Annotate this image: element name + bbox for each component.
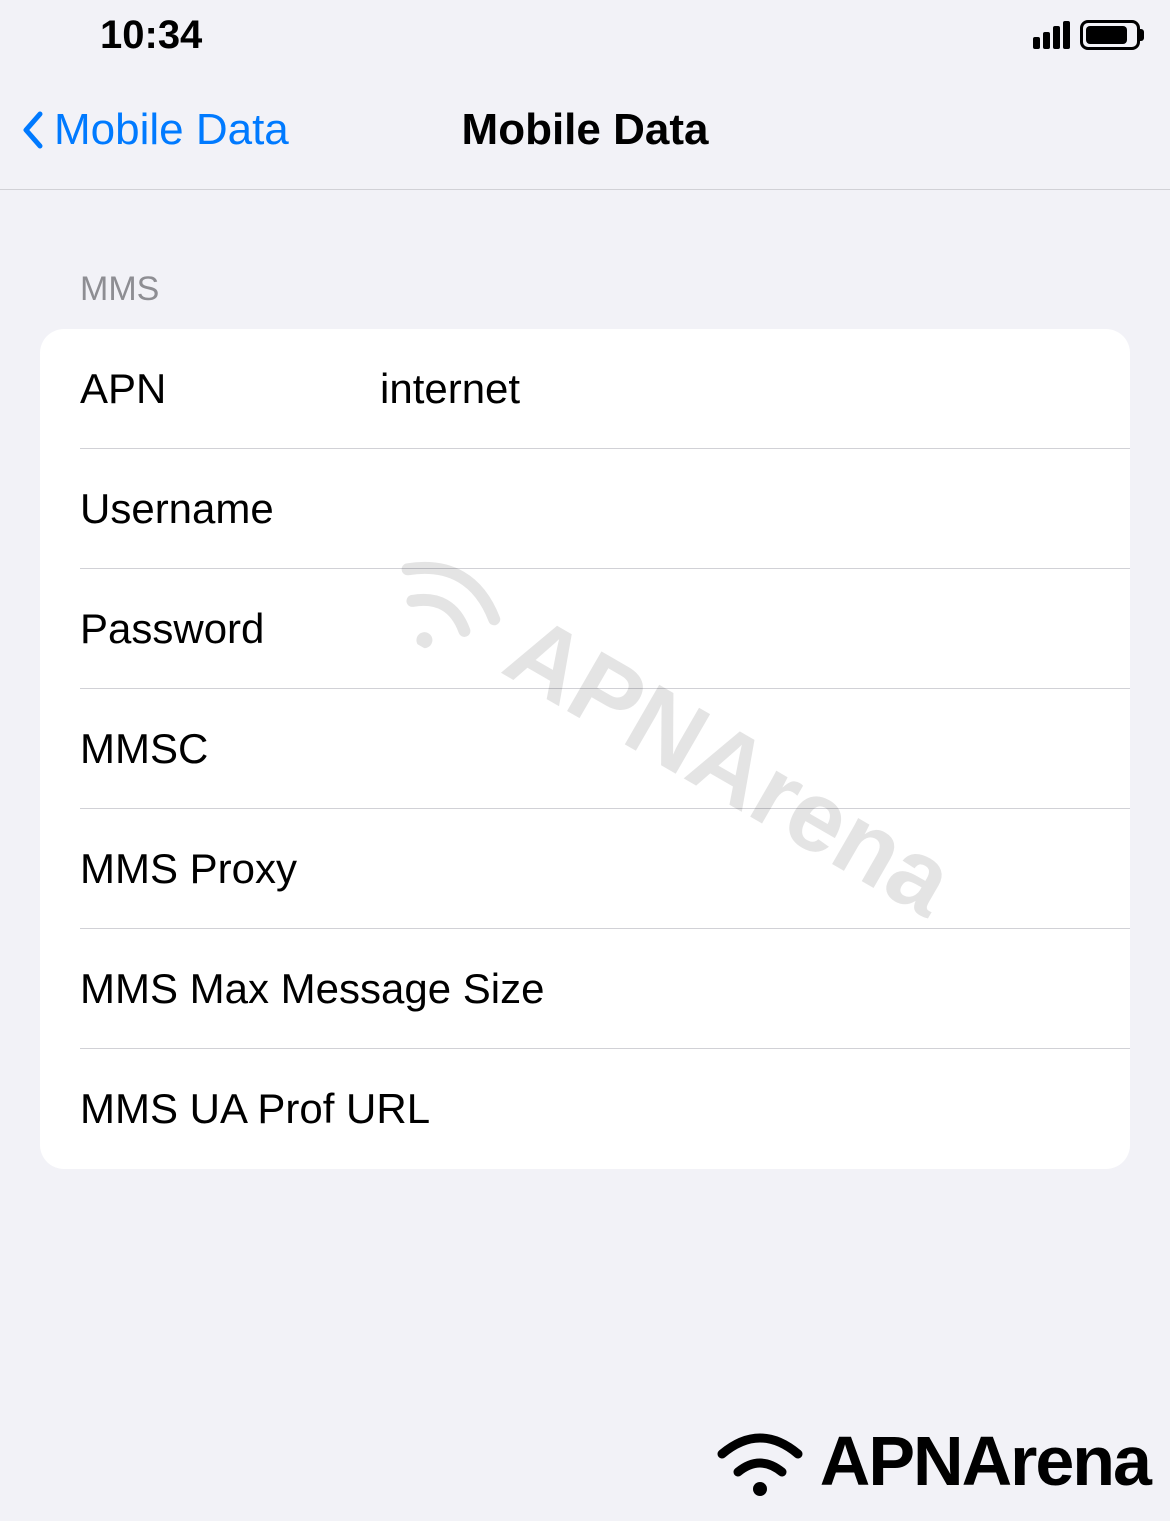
footer-logo-text: APNArena	[820, 1421, 1150, 1501]
status-indicators	[1033, 20, 1140, 50]
navigation-bar: Mobile Data Mobile Data	[0, 70, 1170, 190]
mms-ua-prof-url-input[interactable]	[430, 1085, 1090, 1133]
password-input[interactable]	[380, 605, 1090, 653]
mms-max-message-size-input[interactable]	[544, 965, 1090, 1013]
mms-proxy-label: MMS Proxy	[80, 845, 380, 893]
mmsc-label: MMSC	[80, 725, 380, 773]
back-button-label: Mobile Data	[54, 105, 289, 155]
footer-logo: APNArena	[710, 1421, 1150, 1501]
username-label: Username	[80, 485, 380, 533]
apn-label: APN	[80, 365, 380, 413]
section-header-mms: MMS	[80, 270, 1130, 309]
mms-max-message-size-label: MMS Max Message Size	[80, 965, 544, 1013]
cellular-signal-icon	[1033, 21, 1070, 49]
mms-ua-prof-url-label: MMS UA Prof URL	[80, 1085, 430, 1133]
mms-ua-prof-url-row[interactable]: MMS UA Prof URL	[40, 1049, 1130, 1169]
status-time: 10:34	[100, 13, 202, 58]
mms-proxy-input[interactable]	[380, 845, 1090, 893]
username-row[interactable]: Username	[40, 449, 1130, 569]
mms-settings-group: APN Username Password MMSC MMS Proxy MMS…	[40, 329, 1130, 1169]
wifi-icon	[710, 1424, 810, 1499]
username-input[interactable]	[380, 485, 1090, 533]
mms-max-message-size-row[interactable]: MMS Max Message Size	[40, 929, 1130, 1049]
chevron-left-icon	[20, 110, 44, 150]
status-bar: 10:34	[0, 0, 1170, 70]
apn-row[interactable]: APN	[40, 329, 1130, 449]
battery-icon	[1080, 20, 1140, 50]
page-title: Mobile Data	[462, 105, 709, 155]
mms-proxy-row[interactable]: MMS Proxy	[40, 809, 1130, 929]
password-row[interactable]: Password	[40, 569, 1130, 689]
content-area: MMS APN Username Password MMSC MMS Proxy…	[0, 190, 1170, 1209]
apn-input[interactable]	[380, 365, 1090, 413]
back-button[interactable]: Mobile Data	[20, 105, 289, 155]
mmsc-input[interactable]	[380, 725, 1090, 773]
mmsc-row[interactable]: MMSC	[40, 689, 1130, 809]
password-label: Password	[80, 605, 380, 653]
